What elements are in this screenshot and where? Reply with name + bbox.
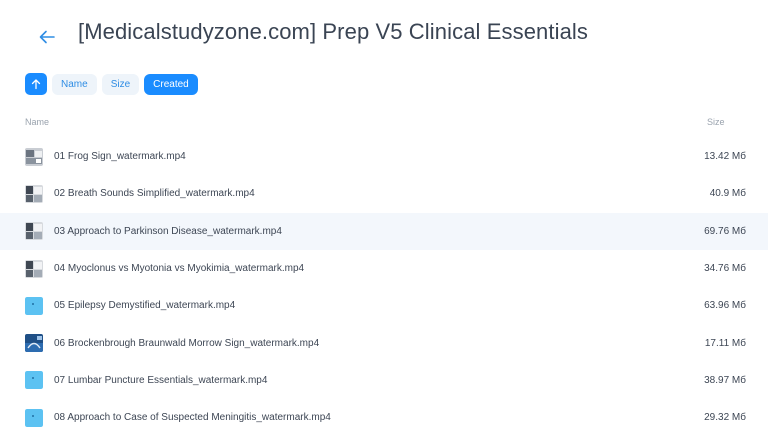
file-size: 38.97 Мб	[704, 374, 746, 386]
column-header-name[interactable]: Name	[25, 117, 49, 127]
video-frame-icon	[25, 334, 43, 353]
file-row[interactable]: 07 Lumbar Puncture Essentials_watermark.…	[0, 362, 768, 399]
arrow-up-icon	[31, 79, 41, 90]
file-row[interactable]: 06 Brockenbrough Braunwald Morrow Sign_w…	[0, 324, 768, 361]
file-row[interactable]: 05 Epilepsy Demystified_watermark.mp4 63…	[0, 287, 768, 324]
video-frame-icon	[25, 184, 43, 203]
file-name: 05 Epilepsy Demystified_watermark.mp4	[54, 300, 236, 312]
file-size: 29.32 Мб	[704, 412, 746, 424]
page-title: [Medicalstudyzone.com] Prep V5 Clinical …	[78, 19, 589, 44]
file-row[interactable]: 03 Approach to Parkinson Disease_waterma…	[0, 212, 768, 250]
column-header-size[interactable]: Size	[707, 117, 725, 127]
file-size: 40.9 Мб	[709, 188, 746, 200]
video-frame-icon	[25, 147, 43, 166]
file-name: 07 Lumbar Puncture Essentials_watermark.…	[54, 374, 268, 386]
file-size: 63.96 Мб	[704, 300, 746, 312]
file-row[interactable]: 02 Breath Sounds Simplified_watermark.mp…	[0, 175, 768, 212]
file-name: 02 Breath Sounds Simplified_watermark.mp…	[54, 188, 255, 200]
file-row[interactable]: 08 Approach to Case of Suspected Meningi…	[0, 399, 768, 436]
video-frame-icon	[25, 259, 43, 278]
file-size: 69.76 Мб	[704, 225, 746, 237]
page-header: [Medicalstudyzone.com] Prep V5 Clinical …	[0, 0, 768, 72]
file-name: 08 Approach to Case of Suspected Meningi…	[54, 412, 331, 424]
sort-by-name-button[interactable]: Name	[52, 73, 97, 95]
sort-by-created-button[interactable]: Created	[144, 73, 198, 95]
file-name: 04 Myoclonus vs Myotonia vs Myokimia_wat…	[54, 263, 305, 275]
video-file-icon	[25, 296, 43, 315]
arrow-left-icon	[39, 30, 55, 44]
sort-direction-button[interactable]	[25, 73, 47, 95]
file-row[interactable]: 01 Frog Sign_watermark.mp4 13.42 Мб	[0, 138, 768, 175]
back-button[interactable]	[36, 26, 58, 48]
file-name: 03 Approach to Parkinson Disease_waterma…	[54, 225, 282, 237]
video-file-icon	[25, 408, 43, 427]
file-size: 34.76 Мб	[704, 263, 746, 275]
video-frame-icon	[25, 222, 43, 241]
sort-by-size-button[interactable]: Size	[101, 73, 140, 95]
file-name: 01 Frog Sign_watermark.mp4	[54, 151, 186, 163]
file-name: 06 Brockenbrough Braunwald Morrow Sign_w…	[54, 337, 320, 349]
file-list: 01 Frog Sign_watermark.mp4 13.42 Мб 02 B…	[0, 138, 768, 436]
video-file-icon	[25, 371, 43, 390]
file-size: 17.11 Мб	[704, 337, 746, 349]
sort-toolbar: Name Size Created	[25, 73, 198, 95]
file-size: 13.42 Мб	[704, 151, 746, 163]
file-row[interactable]: 04 Myoclonus vs Myotonia vs Myokimia_wat…	[0, 250, 768, 287]
